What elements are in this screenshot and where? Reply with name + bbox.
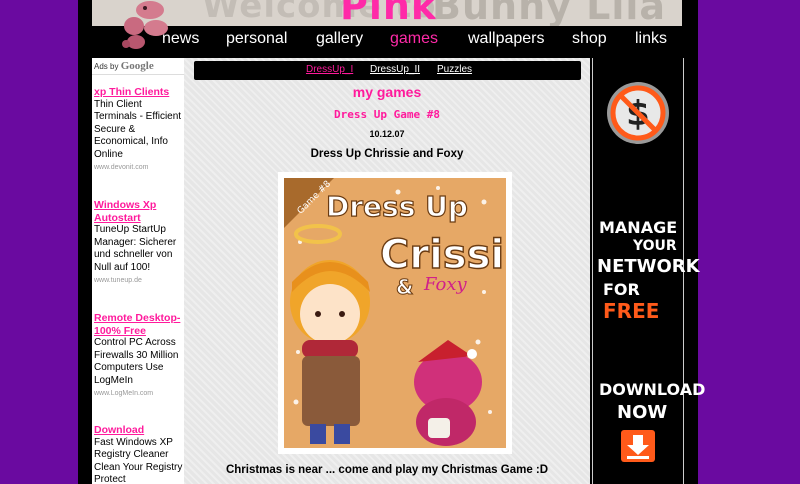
nav-item-links[interactable]: links [635, 30, 667, 48]
ad-body: TuneUp StartUp Manager: Sicherer und sch… [94, 224, 177, 273]
ad-body: Fast Windows XP Registry Cleaner Clean Y… [94, 436, 183, 484]
banner-line-your: YOUR [633, 238, 677, 254]
no-dollar-icon: $ [607, 82, 669, 144]
game-caption: Christmas is near ... come and play my C… [225, 464, 549, 476]
subnav-dressup-2[interactable]: DressUp_II [370, 64, 420, 75]
nav-item-news[interactable]: news [162, 30, 199, 48]
subnav-dressup-1[interactable]: DressUp_I [306, 64, 353, 75]
image-title-line1: Dress Up [326, 190, 468, 223]
network-banner-ad[interactable]: $ MANAGE YOUR NETWORK FOR FREE DOWNLOAD … [592, 58, 705, 484]
site-title-pink: Pink [340, 0, 438, 26]
nav-item-wallpapers[interactable]: wallpapers [468, 30, 544, 48]
game-number-label: Dress Up Game #8 [334, 108, 440, 121]
ad-title-link[interactable]: Windows Xp Autostart [94, 199, 184, 224]
nav-item-games[interactable]: games [390, 30, 438, 48]
download-arrow-icon [621, 430, 655, 462]
ad-title-link[interactable]: Remote Desktop-100% Free [94, 312, 184, 337]
ad-title-link[interactable]: xp Thin Clients [94, 86, 184, 99]
nav-item-personal[interactable]: personal [226, 30, 287, 48]
ad-url[interactable]: www.LogMeIn.com [94, 388, 184, 401]
ad-title-link[interactable]: Download [94, 424, 184, 437]
ad-item: Download Fast Windows XP Registry Cleane… [94, 424, 184, 484]
nav-item-gallery[interactable]: gallery [316, 30, 363, 48]
google-logo: Google [120, 60, 154, 72]
banner-line-for-free: FOR FREE [603, 280, 693, 323]
game-thumbnail-image: Game #8 Dress Up Crissi & Foxy [284, 178, 506, 448]
banner-for: FOR [603, 280, 640, 299]
banner-line-manage: MANAGE [599, 218, 678, 237]
subnav-puzzles[interactable]: Puzzles [437, 64, 472, 75]
ad-item: xp Thin Clients Thin Client Terminals - … [94, 86, 184, 175]
ad-item: Remote Desktop-100% Free Control PC Acro… [94, 312, 184, 401]
banner-line-network: NETWORK [597, 256, 700, 277]
ads-by-label: Ads by [94, 62, 119, 71]
image-title-line2: Crissi [380, 232, 504, 278]
post-title: Dress Up Chrissie and Foxy [310, 148, 464, 160]
game-thumbnail-link[interactable]: Game #8 Dress Up Crissi & Foxy [278, 172, 512, 454]
games-subnav: DressUp_I DressUp_II Puzzles [194, 61, 581, 80]
banner-line-download: DOWNLOAD [599, 380, 706, 399]
ad-body: Thin Client Terminals - Efficient Secure… [94, 98, 182, 160]
ad-url[interactable]: www.devonit.com [94, 162, 184, 175]
ads-by-google[interactable]: Ads by Google [92, 58, 184, 75]
ad-body: Control PC Across Firewalls 30 Million C… [94, 337, 179, 386]
image-title-line3: Foxy [423, 274, 467, 295]
ad-item: Windows Xp Autostart TuneUp StartUp Mana… [94, 199, 184, 288]
ad-url[interactable]: www.tuneup.de [94, 275, 184, 288]
banner-free: FREE [603, 299, 660, 323]
nav-item-shop[interactable]: shop [572, 30, 607, 48]
image-title-amp: & [396, 275, 413, 299]
ads-sidebar: Ads by Google xp Thin Clients Thin Clien… [92, 58, 184, 484]
main-content: DressUp_I DressUp_II Puzzles my games Dr… [184, 58, 590, 484]
post-date: 10.12.07 [369, 129, 405, 139]
site-title-rest: Bunny Lila [432, 0, 667, 26]
page-title: my games [352, 84, 422, 100]
banner-line-now: NOW [617, 402, 668, 423]
